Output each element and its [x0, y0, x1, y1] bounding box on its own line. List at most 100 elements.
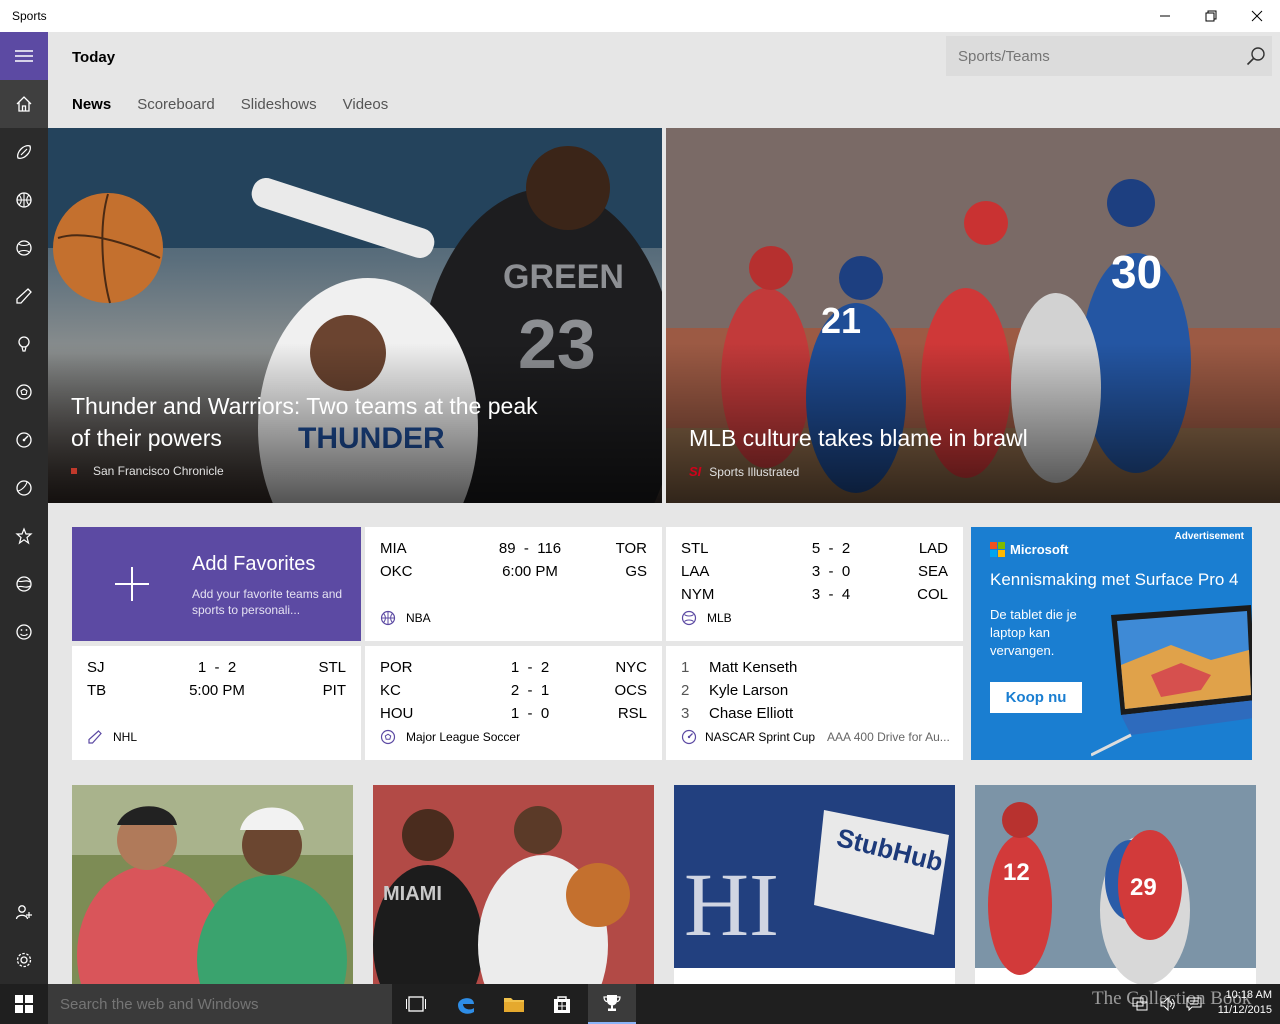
league-footer: Major League Soccer: [380, 729, 520, 745]
league-name: NASCAR Sprint Cup: [705, 730, 816, 744]
smiley-icon: [16, 624, 32, 640]
nav-item-settings[interactable]: [0, 936, 48, 984]
score-row: MIA 89 - 116 TOR: [380, 540, 647, 563]
search-input[interactable]: [946, 36, 1236, 76]
restore-icon: [1205, 10, 1217, 22]
news-card-raptors[interactable]: MIAMI: [373, 785, 654, 984]
store-bag-icon: [554, 996, 570, 1013]
folder-icon: [504, 998, 524, 1012]
hero-headline[interactable]: MLB culture takes blame in brawl: [689, 422, 1028, 454]
nav-item-racing[interactable]: [0, 416, 48, 464]
speaker-icon: [1160, 997, 1175, 1011]
svg-text:MIAMI: MIAMI: [383, 883, 442, 905]
basketball-photo: MIAMI: [373, 785, 654, 984]
tab-scoreboard[interactable]: Scoreboard: [137, 96, 215, 113]
restore-button[interactable]: [1188, 0, 1234, 32]
game-score: 6:00 PM: [502, 563, 558, 580]
game-score: 3 - 4: [811, 586, 851, 603]
scores-tile-nhl[interactable]: SJ 1 - 2 STL TB 5:00 PM PIT NHL: [72, 646, 361, 760]
nav-item-tennis[interactable]: [0, 464, 48, 512]
taskbar-search-input[interactable]: [48, 984, 392, 1024]
hero-source-name: San Francisco Chronicle: [93, 464, 224, 478]
hamburger-button[interactable]: [0, 32, 48, 80]
world-ball-icon: [16, 576, 32, 592]
tray-volume[interactable]: [1156, 984, 1180, 1024]
tab-news[interactable]: News: [72, 96, 111, 113]
scores-tile-nba[interactable]: MIA 89 - 116 TOR OKC 6:00 PM GS NBA: [365, 527, 662, 641]
start-button[interactable]: [0, 984, 48, 1024]
hero-story-mlb[interactable]: 21 30 MLB culture takes blame in brawl S…: [666, 128, 1280, 503]
hockey-icon: [16, 288, 32, 304]
ad-cta-button[interactable]: Koop nu: [990, 682, 1082, 713]
nav-item-baseball[interactable]: [0, 224, 48, 272]
racing-icon: [16, 432, 32, 448]
game-score: 89 - 116: [498, 540, 562, 557]
game-score: 5 - 2: [811, 540, 851, 557]
rangers-photo: 12 29: [975, 785, 1256, 984]
team-away: NYC: [615, 659, 647, 676]
event-name: AAA 400 Drive for Au...: [827, 730, 950, 744]
football-icon: [17, 145, 31, 159]
news-card-stubhub[interactable]: StubHub HI: [674, 785, 955, 984]
ad-tile[interactable]: Advertisement Microsoft Kennismaking met…: [971, 527, 1252, 760]
game-score: 3 - 0: [811, 563, 851, 580]
nav-item-home[interactable]: [0, 80, 48, 128]
scores-tile-mlb[interactable]: STL 5 - 2 LAD LAA 3 - 0 SEA NYM 3 - 4 CO…: [666, 527, 963, 641]
tab-slideshows[interactable]: Slideshows: [241, 96, 317, 113]
tray-notifications[interactable]: [1182, 984, 1206, 1024]
nav-item-basketball[interactable]: [0, 176, 48, 224]
taskbar-store[interactable]: [538, 984, 586, 1024]
hero-story-thunder[interactable]: 23 GREEN THUNDER Thunder and Warriors: T…: [48, 128, 662, 503]
game-score: 1 - 0: [510, 705, 550, 722]
news-card-rangers[interactable]: 12 29: [975, 785, 1256, 984]
team-home: KC: [380, 682, 401, 699]
hero-headline[interactable]: Thunder and Warriors: Two teams at the p…: [71, 390, 541, 454]
taskbar-sports-app[interactable]: [588, 984, 636, 1024]
score-row: NYM 3 - 4 COL: [681, 586, 948, 609]
scores-tile-nascar[interactable]: 1 Matt Kenseth 2 Kyle Larson 3 Chase Ell…: [666, 646, 963, 760]
nav-item-soccer[interactable]: [0, 368, 48, 416]
nav-item-golf[interactable]: [0, 320, 48, 368]
driver-name: Matt Kenseth: [709, 659, 798, 676]
tray-network[interactable]: [1128, 984, 1152, 1024]
standing-row: 2 Kyle Larson: [681, 682, 948, 705]
news-card-golf[interactable]: [72, 785, 353, 984]
team-home: OKC: [380, 563, 413, 580]
nav-item-fun[interactable]: [0, 608, 48, 656]
scores-tile-mls[interactable]: POR 1 - 2 NYC KC 2 - 1 OCS HOU 1 - 0 RSL…: [365, 646, 662, 760]
taskbar-clock[interactable]: 10:18 AM 11/12/2015: [1218, 988, 1272, 1018]
team-away: GS: [625, 563, 647, 580]
add-favorites-tile[interactable]: Add Favorites Add your favorite teams an…: [72, 527, 361, 641]
score-row: KC 2 - 1 OCS: [380, 682, 647, 705]
taskbar-edge[interactable]: [442, 984, 490, 1024]
basketball-icon: [16, 192, 32, 208]
nav-item-account[interactable]: [0, 888, 48, 936]
search-icon[interactable]: [1246, 46, 1266, 66]
add-favorites-description: Add your favorite teams and sports to pe…: [192, 587, 343, 617]
nav-item-more-sports[interactable]: [0, 560, 48, 608]
microsoft-logo-icon: [990, 542, 1005, 557]
standing-position: 2: [681, 682, 690, 699]
hero-source-name: Sports Illustrated: [709, 464, 800, 479]
source-logo-si: SI: [689, 464, 702, 479]
app-title: Sports: [12, 9, 47, 23]
taskbar-search: [48, 984, 392, 1024]
basketball-icon: [380, 610, 396, 626]
team-home: NYM: [681, 586, 715, 603]
hero-source: SI Sports Illustrated: [689, 464, 799, 479]
close-button[interactable]: [1234, 0, 1280, 32]
tennis-icon: [16, 480, 32, 496]
content-area: 23 GREEN THUNDER Thunder and Warriors: T…: [48, 128, 1280, 984]
team-away: STL: [318, 659, 346, 676]
game-score: 1 - 2: [510, 659, 550, 676]
ad-brand: Microsoft: [1010, 542, 1069, 557]
tab-videos[interactable]: Videos: [343, 96, 389, 113]
nav-item-football[interactable]: [0, 128, 48, 176]
minimize-button[interactable]: [1142, 0, 1188, 32]
nav-item-favorites[interactable]: [0, 512, 48, 560]
nav-item-hockey[interactable]: [0, 272, 48, 320]
page-header: Today News Scoreboard Slideshows Videos: [48, 32, 1280, 128]
task-view-button[interactable]: [392, 984, 440, 1024]
team-home: SJ: [87, 659, 105, 676]
taskbar-file-explorer[interactable]: [490, 984, 538, 1024]
